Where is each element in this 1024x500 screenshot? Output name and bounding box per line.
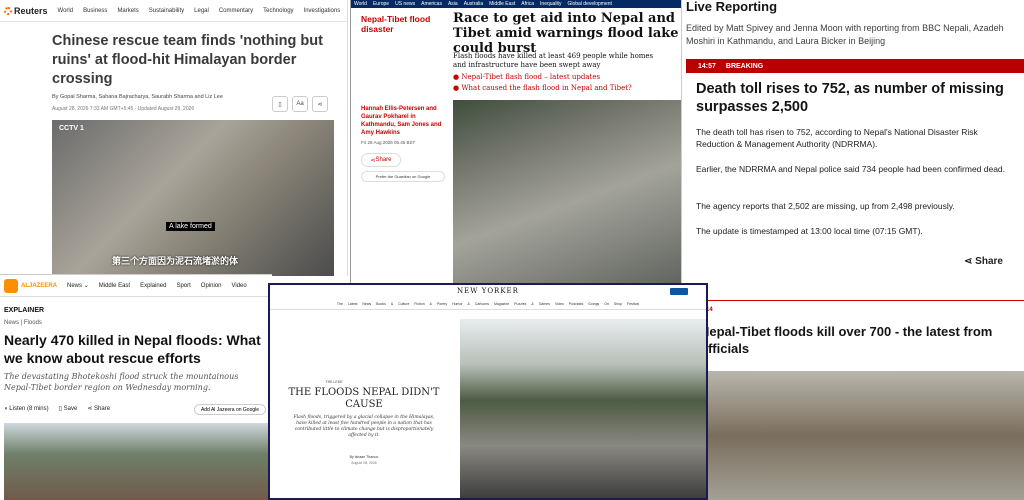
reuters-nav-sustainability[interactable]: Sustainability (149, 8, 184, 14)
share-icon: ⋖ (87, 406, 95, 412)
latest-headline[interactable]: Nepal-Tibet floods kill over 700 - the l… (708, 323, 1000, 357)
guardian-nav-australia[interactable]: Australia (464, 1, 483, 7)
reuters-logo[interactable]: Reuters (4, 6, 48, 16)
reuters-nav-legal[interactable]: Legal (194, 8, 209, 14)
bbc-editors: Edited by Matt Spivey and Jenna Moon wit… (686, 23, 1004, 46)
guardian-nav-global-dev[interactable]: Global development (567, 1, 611, 7)
guardian-date: Fri 28 Aug 2026 05.45 BST (361, 140, 416, 145)
aljazeera-nav-explained[interactable]: Explained (140, 283, 166, 289)
aljazeera-nav: ALJAZEERA News ⌄ Middle East Explained S… (0, 275, 272, 297)
listen-button[interactable]: ◖ Listen (8 mins) (4, 406, 49, 412)
video-subtitle: 第三个方面因为泥石流堵淤的体 (112, 256, 239, 266)
font-size-button[interactable]: Aa (292, 96, 308, 112)
guardian-nav-africa[interactable]: Africa (521, 1, 534, 7)
reuters-nav: Reuters World Business Markets Sustainab… (0, 0, 347, 22)
reuters-nav-investigations[interactable]: Investigations (304, 8, 341, 14)
newyorker-dek: Flash floods, triggered by a glacial col… (293, 415, 435, 438)
reuters-nav-business[interactable]: Business (83, 8, 107, 14)
video-caption: A lake formed (166, 222, 215, 231)
guardian-link-cause[interactable]: ● What caused the flash flood in Nepal a… (453, 84, 632, 92)
reuters-tools: ▯ Aa ⋖ (272, 96, 328, 112)
guardian-authors[interactable]: Hannah Ellis-Petersen and Gaurav Pokhare… (361, 105, 446, 137)
aljazeera-logo[interactable]: ALJAZEERA (4, 278, 57, 293)
bbc-live-title: Live Reporting (686, 0, 778, 14)
reuters-date: August 28, 2026 7:33 AM GMT+5:45 · Updat… (52, 106, 195, 112)
newyorker-date: August 28, 2026 (351, 461, 377, 465)
newyorker-headline: THE FLOODS NEPAL DIDN'T CAUSE (288, 387, 440, 410)
guardian-nav: World Europe US news Americas Asia Austr… (351, 0, 681, 8)
aljazeera-nav-opinion[interactable]: Opinion (201, 283, 222, 289)
guardian-nav-inequality[interactable]: Inequality (540, 1, 561, 7)
guardian-headline: Race to get aid into Nepal and Tibet ami… (453, 11, 679, 56)
add-on-google-button[interactable]: Add Al Jazeera on Google (194, 404, 266, 415)
reuters-nav-commentary[interactable]: Commentary (219, 8, 253, 14)
newyorker-byline[interactable]: By Ishaan Tharoor (304, 455, 424, 459)
reuters-panel: Reuters World Business Markets Sustainab… (0, 0, 348, 276)
bbc-para-1: The death toll has risen to 752, accordi… (696, 127, 978, 149)
guardian-kicker[interactable]: Nepal-Tibet flood disaster (361, 14, 441, 34)
guardian-standfirst: Flash floods have killed at least 469 pe… (453, 52, 654, 69)
aljazeera-panel: ALJAZEERA News ⌄ Middle East Explained S… (0, 274, 272, 500)
aljazeera-nav-video[interactable]: Video (231, 283, 246, 289)
aljazeera-nav-news[interactable]: News ⌄ (67, 282, 89, 289)
bbc-para-3: The agency reports that 2,502 are missin… (696, 201, 955, 211)
aljazeera-nav-middle-east[interactable]: Middle East (99, 283, 130, 289)
guardian-nav-us[interactable]: US news (395, 1, 415, 7)
share-icon: ⋖ (964, 256, 976, 267)
subscribe-button[interactable] (670, 288, 688, 295)
latest-panel: 14 Nepal-Tibet floods kill over 700 - th… (708, 300, 1024, 500)
bookmark-icon[interactable]: ▯ (272, 96, 288, 112)
bbc-breaking-label: BREAKING (725, 62, 764, 70)
reuters-nav-technology[interactable]: Technology (263, 8, 293, 14)
aljazeera-photo (4, 423, 270, 500)
bbc-headline: Death toll rises to 752, as number of mi… (696, 81, 1004, 115)
aljazeera-nav-sport[interactable]: Sport (176, 283, 190, 289)
newyorker-photo (460, 319, 706, 498)
bbc-para-4: The update is timestamped at 13:00 local… (696, 226, 923, 236)
reuters-headline: Chinese rescue team finds 'nothing but r… (52, 33, 323, 87)
guardian-flood-photo (453, 100, 681, 283)
reuters-nav-world[interactable]: World (58, 8, 74, 14)
reuters-video-frame[interactable]: CCTV 1 A lake formed 第三个方面因为泥石流堵淤的体 (52, 120, 334, 276)
guardian-nav-world[interactable]: World (354, 1, 367, 7)
newyorker-masthead[interactable]: NEW YORKER (270, 287, 706, 295)
guardian-share-button[interactable]: ⋖ Share (361, 153, 401, 167)
newyorker-panel: NEW YORKER The Latest News Books & Cultu… (268, 283, 708, 500)
aljazeera-summary: The devastating Bhotekoshi flood struck … (4, 372, 239, 392)
bbc-para-2: Earlier, the NDRRMA and Nepal police sai… (696, 164, 1006, 174)
guardian-nav-middle-east[interactable]: Middle East (489, 1, 515, 7)
guardian-nav-asia[interactable]: Asia (448, 1, 458, 7)
aljazeera-label: EXPLAINER (4, 307, 45, 314)
guardian-nav-europe[interactable]: Europe (373, 1, 389, 7)
bbc-share-button[interactable]: ⋖ Share (964, 256, 1003, 267)
bbc-panel: Live Reporting Edited by Matt Spivey and… (684, 0, 1024, 290)
latest-number: 14 (708, 307, 713, 313)
share-icon[interactable]: ⋖ (312, 96, 328, 112)
guardian-prefer-button[interactable]: Prefer the Guardian on Google (361, 171, 445, 182)
breadcrumb[interactable]: News | Floods (4, 320, 42, 326)
aljazeera-logo-icon (4, 278, 18, 293)
guardian-link-updates[interactable]: ● Nepal-Tibet flash flood – latest updat… (453, 73, 600, 81)
bbc-time: 14:57 (698, 62, 716, 70)
aljazeera-tools: ◖ Listen (8 mins) ▯ Save ⋖ Share (4, 405, 110, 413)
reuters-nav-markets[interactable]: Markets (117, 8, 138, 14)
newyorker-nav[interactable]: The Latest News Books & Culture Fiction … (270, 302, 706, 310)
channel-logo: CCTV 1 (59, 125, 84, 132)
guardian-nav-americas[interactable]: Americas (421, 1, 442, 7)
latest-photo (708, 371, 1024, 500)
chevron-down-icon: ⌄ (83, 283, 89, 289)
guardian-panel: World Europe US news Americas Asia Austr… (350, 0, 682, 283)
reuters-byline[interactable]: By Gopal Sharma, Sahana Bajracharya, Sau… (52, 94, 223, 100)
share-button[interactable]: ⋖ Share (87, 405, 110, 412)
newyorker-section: THE LEDE (325, 380, 343, 384)
save-button[interactable]: ▯ Save (59, 405, 78, 412)
bbc-breaking-bar: 14:57 BREAKING (686, 59, 1024, 73)
reuters-logo-icon (4, 6, 12, 15)
aljazeera-headline: Nearly 470 killed in Nepal floods: What … (4, 332, 261, 366)
